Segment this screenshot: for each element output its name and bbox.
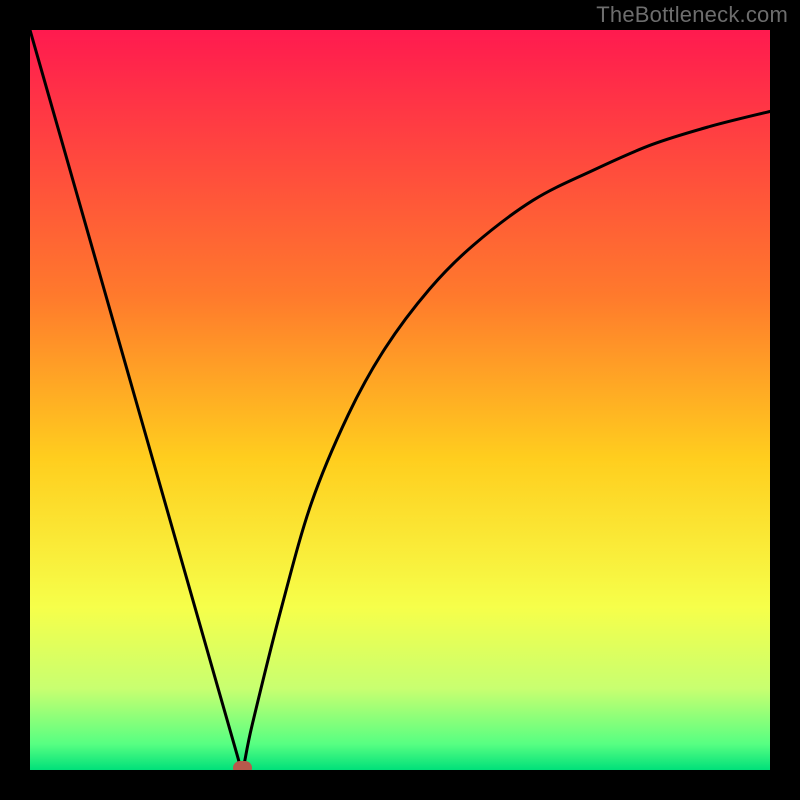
chart-svg (30, 30, 770, 770)
optimal-point-marker (233, 761, 252, 770)
watermark-text: TheBottleneck.com (596, 2, 788, 28)
chart-frame: TheBottleneck.com (0, 0, 800, 800)
plot-area (30, 30, 770, 770)
